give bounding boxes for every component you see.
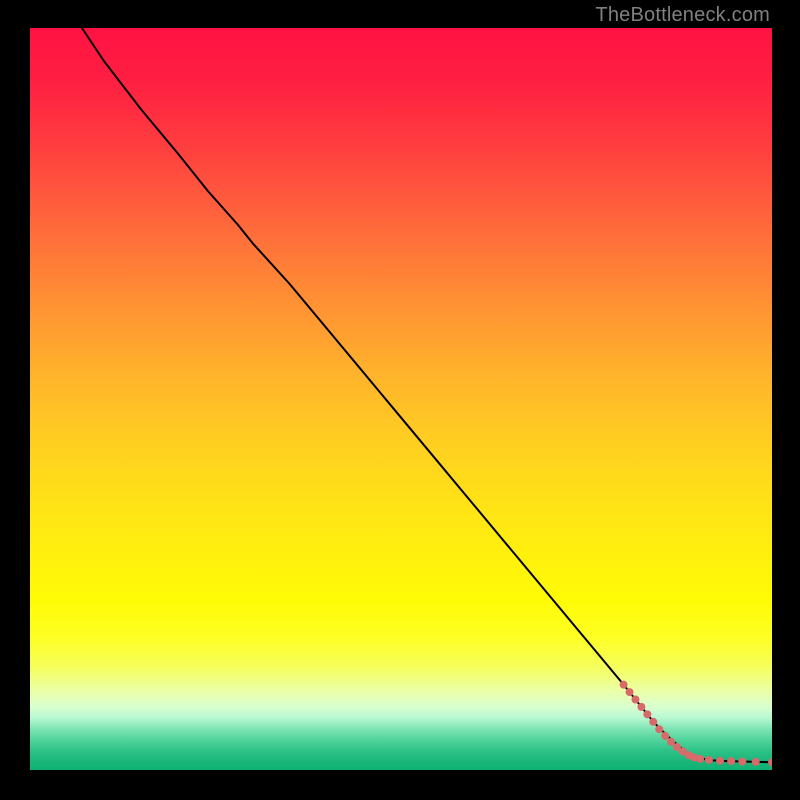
marker-dot xyxy=(696,755,704,763)
marker-dot xyxy=(620,681,628,689)
marker-dot xyxy=(752,758,760,766)
marker-dot xyxy=(649,718,657,726)
watermark-text: TheBottleneck.com xyxy=(595,4,770,27)
marker-group xyxy=(620,681,772,767)
marker-dot xyxy=(626,688,634,696)
chart-stage: TheBottleneck.com xyxy=(0,0,800,800)
marker-dot xyxy=(705,756,713,764)
marker-dot xyxy=(637,703,645,711)
marker-dot xyxy=(768,758,772,766)
marker-dot xyxy=(716,757,724,765)
marker-dot xyxy=(643,710,651,718)
marker-dot xyxy=(661,732,669,740)
marker-dot xyxy=(655,725,663,733)
marker-dot xyxy=(738,757,746,765)
marker-dot xyxy=(727,757,735,765)
marker-layer xyxy=(30,28,772,770)
marker-dot xyxy=(631,696,639,704)
plot-area xyxy=(30,28,772,770)
